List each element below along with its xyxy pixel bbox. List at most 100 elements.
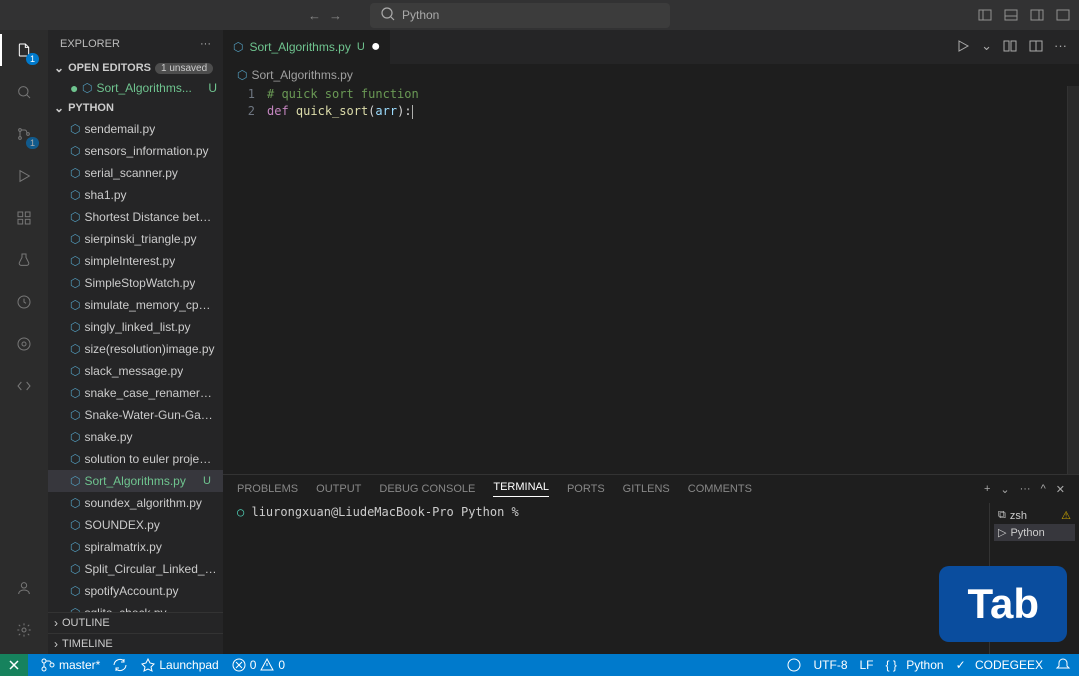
file-name: SimpleStopWatch.py <box>84 274 195 292</box>
python-file-icon: ⬡ <box>82 81 92 95</box>
file-name: sha1.py <box>84 186 126 204</box>
editor-tab[interactable]: ⬡ Sort_Algorithms.py U ● <box>223 30 391 64</box>
search-activity-icon[interactable] <box>12 80 36 104</box>
testing-icon[interactable] <box>12 248 36 272</box>
sidebar-header: EXPLORER ··· <box>48 30 223 58</box>
python-file-icon: ⬡ <box>70 362 80 380</box>
open-editor-item[interactable]: ● ⬡ Sort_Algorithms... U <box>48 78 223 98</box>
language-mode[interactable]: { } Python <box>886 657 944 673</box>
terminal-content[interactable]: ○ liurongxuan@LiudeMacBook-Pro Python % <box>223 503 989 654</box>
extension-status[interactable]: ✓ CODEGEEX <box>956 657 1043 673</box>
file-name: Sort_Algorithms.py <box>84 472 185 490</box>
explorer-icon[interactable]: 1 <box>12 38 36 62</box>
terminal-name: zsh <box>1010 510 1027 522</box>
file-item[interactable]: ⬡size(resolution)image.py <box>48 338 223 360</box>
panel-tab-comments[interactable]: COMMENTS <box>688 483 752 495</box>
nav-back-icon[interactable]: ← <box>308 8 321 23</box>
file-item[interactable]: ⬡slack_message.py <box>48 360 223 382</box>
open-editors-section[interactable]: OPEN EDITORS 1 unsaved <box>48 58 223 78</box>
gitlens-icon[interactable] <box>12 332 36 356</box>
file-item[interactable]: ⬡spiralmatrix.py <box>48 536 223 558</box>
problems-status[interactable]: 0 0 <box>231 657 285 673</box>
git-branch[interactable]: master* <box>40 657 100 673</box>
toggle-secondary-sidebar-icon[interactable] <box>1029 7 1045 23</box>
minimap[interactable] <box>1067 86 1079 474</box>
breadcrumb[interactable]: ⬡ Sort_Algorithms.py <box>223 64 1079 86</box>
terminal-dropdown-icon[interactable]: ⌄ <box>1000 483 1009 496</box>
file-item[interactable]: ⬡snake_case_renamer_dep... <box>48 382 223 404</box>
file-item[interactable]: ⬡solution to euler project pr... <box>48 448 223 470</box>
file-item[interactable]: ⬡serial_scanner.py <box>48 162 223 184</box>
launchpad[interactable]: Launchpad <box>140 657 218 673</box>
sidebar-more-icon[interactable]: ··· <box>200 38 211 50</box>
run-debug-icon[interactable] <box>12 164 36 188</box>
panel-tab-problems[interactable]: PROBLEMS <box>237 483 298 495</box>
timeline-icon[interactable] <box>12 290 36 314</box>
panel-tab-gitlens[interactable]: GITLENS <box>623 483 670 495</box>
nav-forward-icon[interactable]: → <box>329 8 342 23</box>
maximize-panel-icon[interactable]: ^ <box>1041 483 1046 496</box>
terminal-item[interactable]: ▷Python <box>994 524 1075 541</box>
toggle-panel-icon[interactable] <box>1003 7 1019 23</box>
panel-more-icon[interactable]: ··· <box>1020 483 1031 496</box>
feedback-icon[interactable] <box>786 657 802 673</box>
code-content[interactable]: # quick sort function def quick_sort(arr… <box>267 86 1079 474</box>
file-item[interactable]: ⬡spotifyAccount.py <box>48 580 223 602</box>
extensions-icon[interactable] <box>12 206 36 230</box>
notifications-icon[interactable] <box>1055 657 1071 673</box>
sync-button[interactable] <box>112 657 128 673</box>
split-icon[interactable] <box>1028 38 1044 57</box>
file-item[interactable]: ⬡Snake-Water-Gun-Game.py <box>48 404 223 426</box>
panel-tab-terminal[interactable]: TERMINAL <box>493 481 549 497</box>
codegeex-icon[interactable] <box>12 374 36 398</box>
settings-gear-icon[interactable] <box>12 618 36 642</box>
file-item[interactable]: ⬡Shortest Distance betwee... <box>48 206 223 228</box>
file-item[interactable]: ⬡Split_Circular_Linked_List... <box>48 558 223 580</box>
accounts-icon[interactable] <box>12 576 36 600</box>
run-dropdown-icon[interactable]: ⌄ <box>981 38 992 57</box>
code-editor[interactable]: 1 2 # quick sort function def quick_sort… <box>223 86 1079 474</box>
file-item[interactable]: ⬡singly_linked_list.py <box>48 316 223 338</box>
file-item[interactable]: ⬡SimpleStopWatch.py <box>48 272 223 294</box>
file-item[interactable]: ⬡soundex_algorithm.py <box>48 492 223 514</box>
file-name: SOUNDEX.py <box>84 516 159 534</box>
panel-tab-output[interactable]: OUTPUT <box>316 483 361 495</box>
file-name: snake.py <box>84 428 132 446</box>
file-item[interactable]: ⬡simulate_memory_cpu.py <box>48 294 223 316</box>
timeline-section[interactable]: TIMELINE <box>48 633 223 654</box>
new-terminal-icon[interactable]: + <box>984 483 990 496</box>
source-control-icon[interactable]: 1 <box>12 122 36 146</box>
compare-icon[interactable] <box>1002 38 1018 57</box>
tab-more-icon[interactable]: ··· <box>1054 38 1067 57</box>
python-file-icon: ⬡ <box>70 142 80 160</box>
file-item[interactable]: ⬡sha1.py <box>48 184 223 206</box>
tab-git-status: U <box>357 41 365 53</box>
file-item[interactable]: ⬡sendemail.py <box>48 118 223 140</box>
file-item[interactable]: ⬡sensors_information.py <box>48 140 223 162</box>
python-file-icon: ⬡ <box>70 494 80 512</box>
terminal-item[interactable]: ⧉zsh⚠ <box>994 507 1075 524</box>
folder-section[interactable]: PYTHON <box>48 98 223 118</box>
remote-indicator[interactable] <box>0 654 28 676</box>
file-item[interactable]: ⬡Sort_Algorithms.pyU <box>48 470 223 492</box>
encoding[interactable]: UTF-8 <box>814 657 848 673</box>
outline-section[interactable]: OUTLINE <box>48 612 223 633</box>
close-panel-icon[interactable]: ✕ <box>1056 483 1065 496</box>
file-item[interactable]: ⬡sqlite_check.py <box>48 602 223 612</box>
status-bar: master* Launchpad 0 0 UTF-8 LF { } Pytho… <box>0 654 1079 676</box>
command-center[interactable]: Python <box>370 3 670 28</box>
terminal-name: Python <box>1010 527 1044 539</box>
file-item[interactable]: ⬡sierpinski_triangle.py <box>48 228 223 250</box>
eol[interactable]: LF <box>860 657 874 673</box>
run-icon[interactable] <box>955 38 971 57</box>
python-file-icon: ⬡ <box>70 340 80 358</box>
file-item[interactable]: ⬡snake.py <box>48 426 223 448</box>
panel-tab-debug-console[interactable]: DEBUG CONSOLE <box>379 483 475 495</box>
customize-layout-icon[interactable] <box>1055 7 1071 23</box>
toggle-primary-sidebar-icon[interactable] <box>977 7 993 23</box>
chevron-right-icon <box>54 616 58 630</box>
file-item[interactable]: ⬡SOUNDEX.py <box>48 514 223 536</box>
file-name: Split_Circular_Linked_List... <box>84 560 217 578</box>
file-item[interactable]: ⬡simpleInterest.py <box>48 250 223 272</box>
panel-tab-ports[interactable]: PORTS <box>567 483 605 495</box>
